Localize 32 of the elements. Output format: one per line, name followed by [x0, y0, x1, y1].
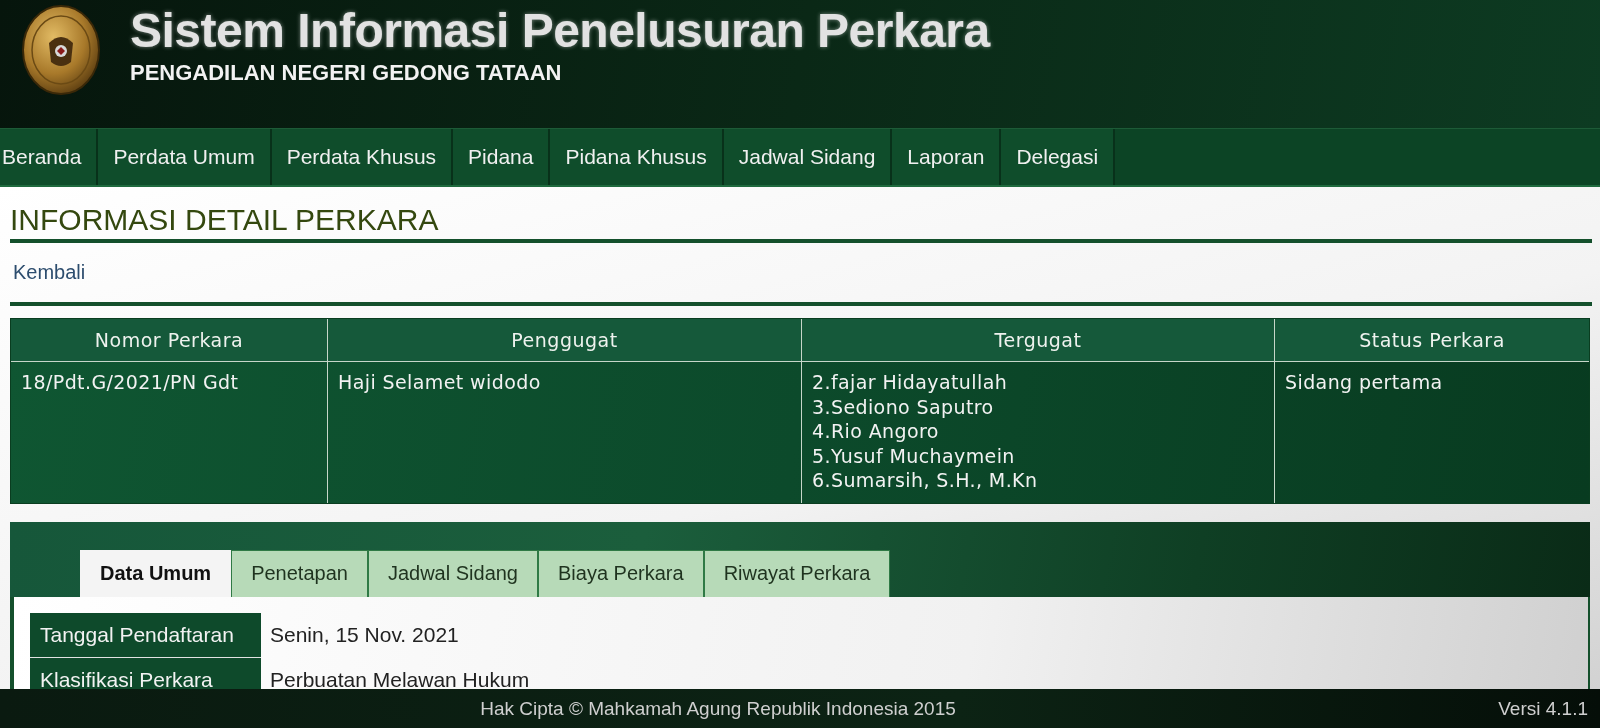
detail-tab[interactable]: Biaya Perkara — [538, 549, 704, 597]
page-heading: INFORMASI DETAIL PERKARA — [10, 203, 439, 237]
emblem-icon — [22, 5, 100, 95]
nav-menu-item[interactable]: Perdata Khusus — [271, 129, 454, 185]
table-cell: Haji Selamet widodo — [328, 362, 802, 503]
detail-tab[interactable]: Jadwal Sidang — [367, 549, 538, 597]
field-value: Perbuatan Melawan Hukum — [269, 666, 531, 689]
copyright-text: Hak Cipta © Mahkamah Agung Republik Indonesia 2015 — [480, 697, 956, 720]
column-header: Status Perkara — [1275, 319, 1589, 362]
table-cell: 18/Pdt.G/2021/PN Gdt — [11, 362, 328, 503]
nav-menu-item[interactable]: Laporan — [892, 129, 1002, 185]
nav-menu-item[interactable]: Perdata Umum — [98, 129, 272, 185]
nav-menu-item[interactable]: Delegasi — [1001, 129, 1116, 185]
detail-tab[interactable]: Data Umum — [80, 549, 232, 597]
court-name: PENGADILAN NEGERI GEDONG TATAAN — [130, 60, 562, 86]
column-header: Nomor Perkara — [11, 319, 328, 362]
table-cell: 2.fajar Hidayatullah 3.Sediono Saputro 4.Rio Angoro 5.Yusuf Muchaymein 6.Sumarsih, S.H., M.Kn — [802, 362, 1275, 503]
detail-tab[interactable]: Penetapan — [231, 549, 368, 597]
nav-menu-item[interactable]: Pidana Khusus — [550, 129, 724, 185]
detail-tab[interactable]: Riwayat Perkara — [703, 549, 891, 597]
field-label: Klasifikasi Perkara — [30, 657, 261, 689]
column-header: Tergugat — [802, 319, 1275, 362]
site-title: Sistem Informasi Penelusuran Perkara — [130, 5, 990, 57]
field-label: Tanggal Pendaftaran — [30, 612, 261, 658]
column-header: Penggugat — [328, 319, 802, 362]
nav-menu-item[interactable]: Jadwal Sidang — [723, 129, 893, 185]
field-value: Senin, 15 Nov. 2021 — [269, 621, 460, 648]
nav-menu-item[interactable]: Beranda — [0, 129, 99, 185]
version-text: Versi 4.1.1 — [1498, 697, 1588, 720]
nav-menu-item[interactable]: Pidana — [453, 129, 551, 185]
back-link[interactable]: Kembali — [13, 260, 86, 284]
table-cell-text: Sidang pertama — [1284, 370, 1444, 395]
